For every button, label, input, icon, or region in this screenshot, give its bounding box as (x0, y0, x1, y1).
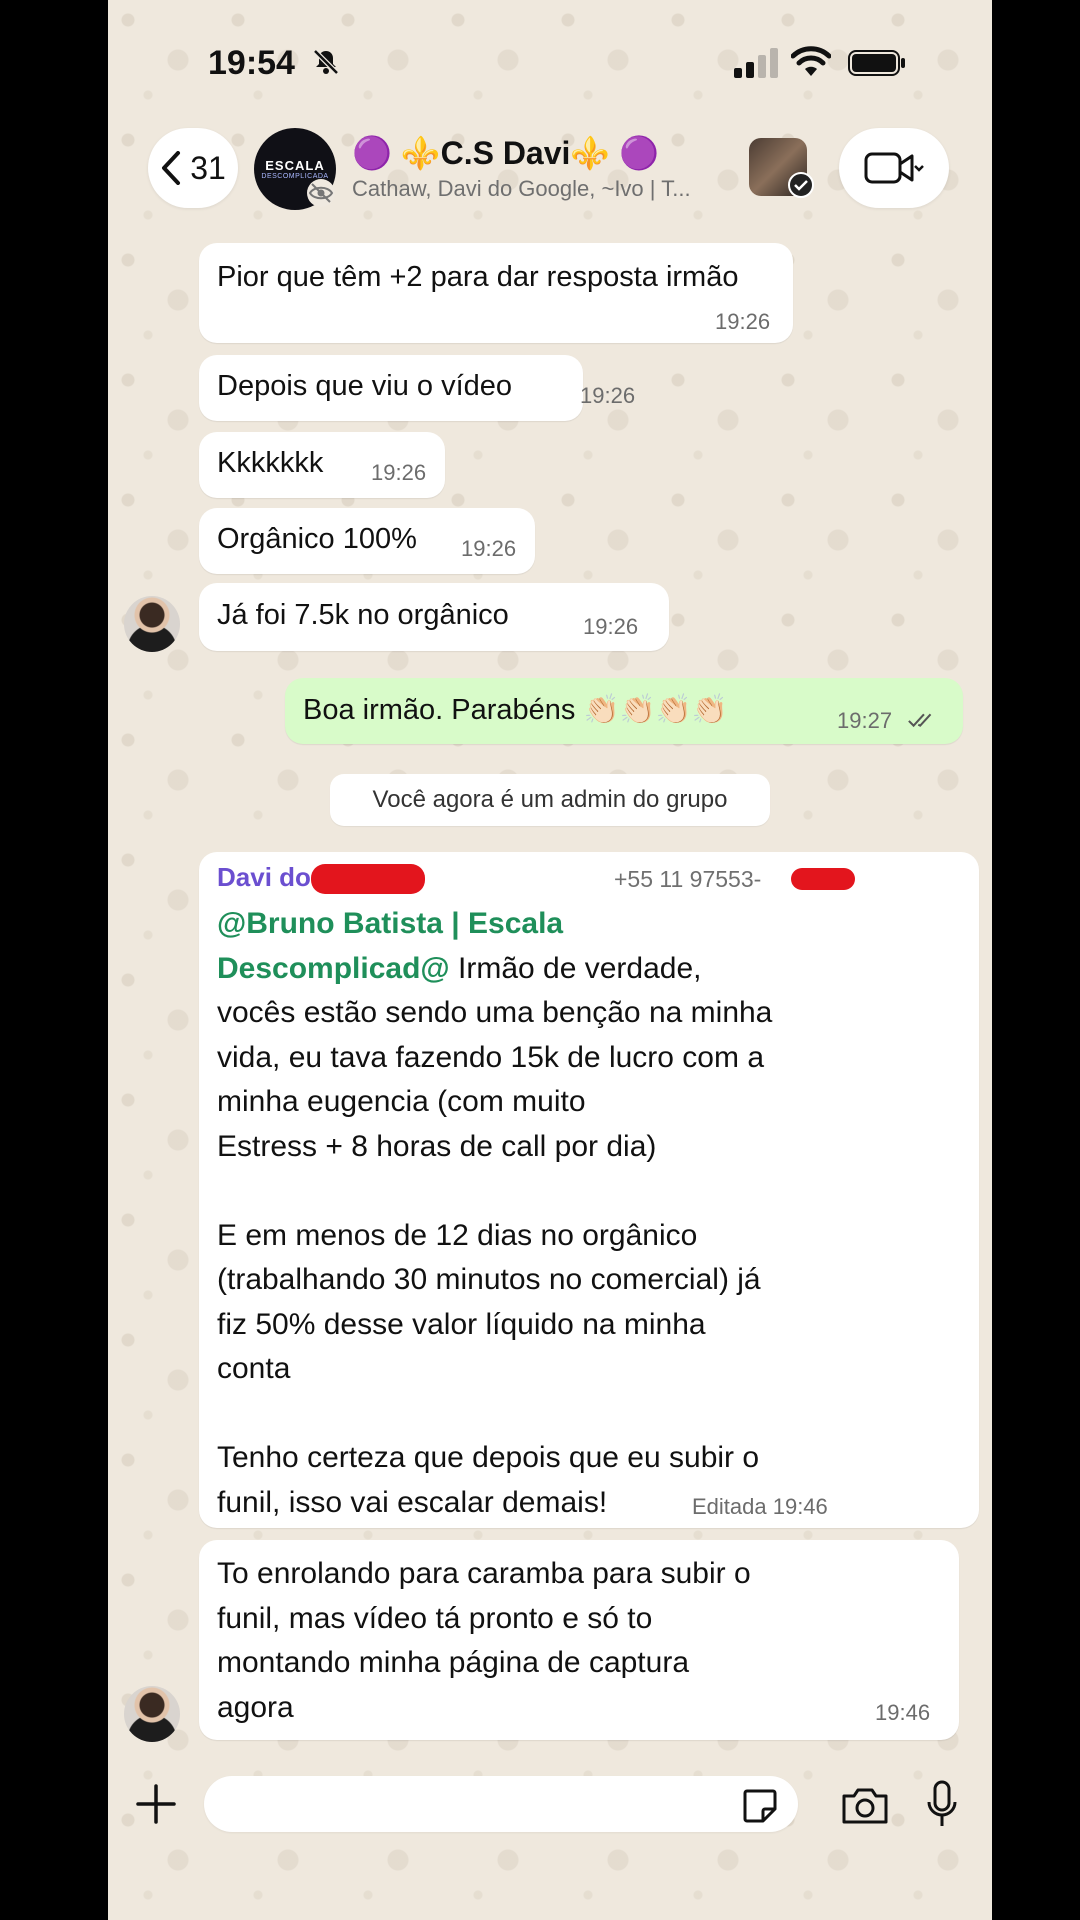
plus-icon[interactable] (134, 1782, 178, 1826)
message-text: agora (217, 1690, 294, 1724)
message-text: Depois que viu o vídeo (217, 370, 513, 402)
battery-icon (848, 50, 905, 76)
message-text: E em menos de 12 dias no orgânico (217, 1218, 698, 1252)
group-members[interactable]: Cathaw, Davi do Google, ~Ivo | T... (352, 176, 742, 202)
message-text: Pior que têm +2 para dar resposta irmão (217, 261, 739, 293)
message-text: Irmão de verdade, (449, 951, 702, 985)
cellular-signal-icon (734, 48, 778, 78)
message-text: Boa irmão. Parabéns 👏🏻👏🏻👏🏻👏🏻 (303, 694, 728, 726)
view-once-icon (307, 179, 335, 207)
redaction-mark (311, 864, 425, 894)
message-text: funil, isso vai escalar demais! (217, 1485, 608, 1519)
sender-avatar[interactable] (124, 1686, 180, 1742)
message-body: To enrolando para caramba para subir o f… (217, 1552, 751, 1730)
message-bubble[interactable]: Orgânico 100% 19:26 (199, 508, 535, 574)
message-bubble[interactable]: Davi do +55 11 97553- @Bruno Batista | E… (199, 852, 979, 1528)
read-receipt-icon (908, 713, 932, 728)
message-text: Tenho certeza que depois que eu subir o (217, 1441, 760, 1474)
message-time: 19:46 (875, 1700, 931, 1725)
message-time: 19:26 (583, 614, 639, 639)
sender-avatar[interactable] (124, 596, 180, 652)
status-time: 19:54 (208, 44, 295, 82)
unread-count: 31 (190, 149, 226, 186)
message-bubble[interactable]: To enrolando para caramba para subir o f… (199, 1540, 959, 1740)
message-time: 19:27 (837, 708, 893, 733)
message-text: (trabalhando 30 minutos no comercial) já (217, 1263, 761, 1296)
group-title[interactable]: 🟣 ⚜️C.S Davi⚜️ 🟣 (352, 134, 659, 172)
video-camera-icon (864, 152, 924, 184)
message-text: funil, mas vídeo tá pronto e só to (217, 1601, 653, 1635)
silent-bell-icon (313, 49, 339, 75)
avatar-text-top: ESCALA (265, 158, 325, 173)
message-bubble[interactable]: Pior que têm +2 para dar resposta irmão … (199, 243, 793, 343)
chevron-left-icon (162, 151, 181, 185)
message-input[interactable] (204, 1776, 798, 1832)
message-text: Estress + 8 horas de call por dia) (217, 1129, 657, 1163)
message-time: 19:26 (580, 383, 636, 408)
message-bubble[interactable]: Depois que viu o vídeo 19:26 (199, 355, 635, 421)
outgoing-message-bubble[interactable]: Boa irmão. Parabéns 👏🏻👏🏻👏🏻👏🏻 19:27 (285, 678, 963, 744)
check-badge-icon (788, 172, 814, 198)
message-bubble[interactable]: Já foi 7.5k no orgânico 19:26 (199, 583, 669, 651)
message-text: Kkkkkkk (217, 447, 324, 479)
back-button[interactable]: 31 (148, 128, 238, 208)
message-text: To enrolando para caramba para subir o (217, 1557, 751, 1590)
chat-screen: 19:54 31 ESCALA DESCOMPLICADA 🟣 ⚜️C.S Da… (108, 0, 992, 1920)
redaction-mark (791, 868, 855, 890)
sender-phone: +55 11 97553- (614, 866, 762, 892)
wifi-icon (791, 46, 831, 76)
mention-link[interactable]: @Bruno Batista | Escala (217, 907, 563, 940)
mention-link[interactable]: Descomplicad@ (217, 952, 450, 985)
message-bubble[interactable]: Kkkkkkk 19:26 (199, 432, 445, 498)
system-message: Você agora é um admin do grupo (330, 774, 770, 826)
message-time: Editada 19:46 (692, 1494, 828, 1519)
sender-name[interactable]: Davi do (217, 862, 311, 893)
video-call-button[interactable] (839, 128, 949, 208)
message-time: 19:26 (715, 309, 771, 334)
message-body: @Bruno Batista | Escala Descomplicad@ Ir… (217, 902, 772, 1525)
microphone-icon[interactable] (926, 1780, 958, 1830)
message-text: conta (217, 1352, 291, 1385)
message-text: Orgânico 100% (217, 523, 417, 555)
message-text: montando minha página de captura (217, 1646, 690, 1679)
message-text: minha eugencia (com muito (217, 1085, 586, 1118)
message-text: fiz 50% desse valor líquido na minha (217, 1307, 706, 1341)
message-text: vocês estão sendo uma benção na minha (217, 996, 773, 1029)
message-time: 19:26 (461, 536, 517, 561)
message-text: vida, eu tava fazendo 15k de lucro com a (217, 1040, 765, 1074)
message-time: 19:26 (371, 460, 427, 485)
message-text: Já foi 7.5k no orgânico (217, 599, 509, 631)
sticker-icon[interactable] (741, 1787, 779, 1825)
camera-icon[interactable] (840, 1786, 890, 1826)
